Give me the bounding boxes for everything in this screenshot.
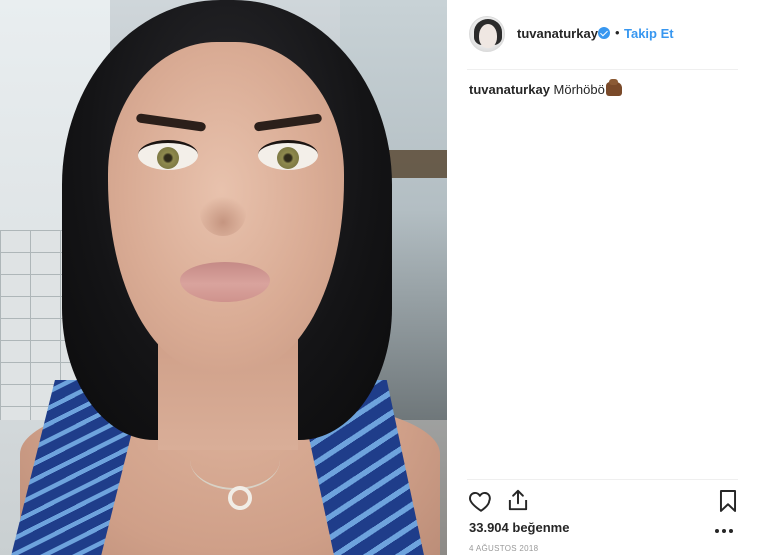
post-header: tuvanaturkay • Takip Et <box>447 0 758 68</box>
post-photo[interactable] <box>0 0 447 555</box>
post-caption: tuvanaturkay Mörhöbö <box>469 79 622 97</box>
hand-emoji-icon <box>605 79 622 96</box>
more-options-icon[interactable] <box>713 526 735 536</box>
verified-badge-icon <box>598 27 610 39</box>
caption-text: Mörhöbö <box>553 82 605 97</box>
post-date[interactable]: 4 AĞUSTOS 2018 <box>469 544 538 553</box>
header-divider <box>467 69 738 70</box>
actions-divider <box>467 479 738 480</box>
separator-dot: • <box>615 25 620 40</box>
bookmark-icon[interactable] <box>715 488 741 514</box>
photo-subject-necklace <box>190 430 280 490</box>
heart-icon[interactable] <box>468 488 494 514</box>
post-panel: tuvanaturkay • Takip Et tuvanaturkay Mör… <box>447 0 758 555</box>
photo-subject-pendant <box>228 486 252 510</box>
photo-subject-eye-right <box>258 140 318 170</box>
avatar-face <box>479 24 497 48</box>
likes-count[interactable]: 33.904 beğenme <box>469 520 569 535</box>
follow-button[interactable]: Takip Et <box>624 26 674 41</box>
share-icon[interactable] <box>505 487 531 513</box>
username-link[interactable]: tuvanaturkay <box>517 26 598 41</box>
avatar[interactable] <box>469 16 505 52</box>
photo-subject-nose <box>200 190 246 236</box>
caption-username-link[interactable]: tuvanaturkay <box>469 82 550 97</box>
photo-subject-eye-left <box>138 140 198 170</box>
